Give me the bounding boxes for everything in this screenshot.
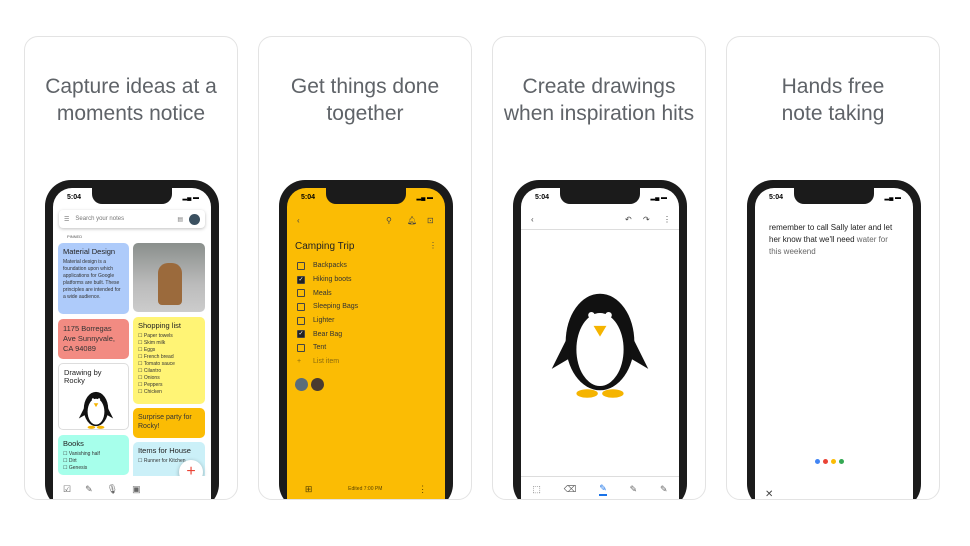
close-icon[interactable]: ✕	[765, 489, 773, 499]
more-icon[interactable]: ⋮	[663, 215, 671, 224]
checklist-item[interactable]: ✓ Hiking boots	[287, 273, 445, 287]
caption: Get things done together	[290, 75, 440, 125]
eraser-icon[interactable]: ⌫	[564, 484, 577, 495]
pen-tool-icon[interactable]: ✎	[599, 483, 607, 496]
marker-icon[interactable]: ✎	[630, 484, 638, 495]
checkbox[interactable]: ✓	[297, 275, 305, 284]
archive-icon[interactable]: ⊡	[427, 216, 434, 225]
checklist-item[interactable]: Lighter	[287, 314, 445, 328]
phone: 5:04 ▂▄ ▬ ‹ ↶ ↷ ⋮ ⬚ ⌫ ✎ ✎ ✎	[513, 180, 687, 499]
add-box-icon[interactable]: ⊞	[305, 484, 313, 495]
avatar	[295, 378, 308, 391]
checkbox[interactable]	[297, 316, 305, 325]
reminder-icon[interactable]: 🔔︎	[407, 216, 417, 225]
note-shopping[interactable]: Shopping list ☐ Paper towels ☐ Skim milk ☐ …	[133, 317, 205, 404]
list-item: ☐ Chicken	[138, 389, 162, 395]
add-icon: +	[297, 358, 302, 366]
note-surprise[interactable]: Surprise party for Rocky!	[133, 408, 205, 438]
signal-icon: ▂▄ ▬	[182, 195, 199, 201]
checklist-item[interactable]: Sleeping Bags	[287, 300, 445, 314]
phone: 5:04 ▂▄ ▬ ‹ ⚲ 🔔︎ ⊡ Camping Trip ⋮ Backpac…	[279, 180, 453, 499]
collaborators[interactable]	[295, 378, 324, 391]
penguin-drawing	[78, 391, 114, 429]
checklist-item[interactable]: Meals	[287, 286, 445, 300]
list-item: ☐ Tomato sauce	[138, 361, 175, 367]
listening-indicator	[815, 459, 844, 464]
checkbox[interactable]: ✓	[297, 330, 305, 339]
list-item: ☐ Cilantro	[138, 368, 162, 374]
panel-together: Get things done together 5:04 ▂▄ ▬ ‹ ⚲ 🔔︎ …	[258, 36, 472, 500]
checkbox[interactable]	[297, 343, 305, 352]
list-item: ☐ Paper towels	[138, 333, 173, 339]
panel-drawings: Create drawings when inspiration hits 5:0…	[492, 36, 706, 500]
list-item: ☐ Peppers	[138, 382, 163, 388]
caption: Create drawings when inspiration hits	[503, 75, 695, 125]
phone: 5:04 ▂▄ ▬ ☰ Search your notes ▤ PINNED Mate…	[45, 180, 219, 499]
dog-photo-note[interactable]	[133, 243, 205, 312]
phone: 5:04 ▂▄ ▬ remember to call Sally later an…	[747, 180, 921, 499]
checklist-item[interactable]: Backpacks	[287, 259, 445, 273]
list-item: ☐ Onions	[138, 375, 160, 381]
checklist-item[interactable]: Tent	[287, 341, 445, 355]
note-address[interactable]: 1175 Borregas Ave Sunnyvale, CA 94089	[58, 319, 129, 359]
checkbox[interactable]	[297, 289, 305, 298]
list-item: ☐ Genesis	[63, 465, 88, 471]
transcription-text: remember to call Sally later and let her…	[769, 223, 893, 256]
pen-icon[interactable]: ✎	[85, 484, 93, 495]
note-material[interactable]: Material Design Material design is a foun…	[58, 243, 129, 314]
mic-icon[interactable]: 🎙	[107, 484, 118, 495]
more-icon[interactable]: ⋮	[418, 484, 427, 495]
panel-capture: Capture ideas at a moments notice 5:04 ▂▄ …	[24, 36, 238, 500]
list-item: ☐ Vanishing half	[63, 451, 100, 457]
checkbox-icon[interactable]: ☑	[63, 484, 71, 495]
select-tool-icon[interactable]: ⬚	[532, 484, 541, 495]
pin-icon[interactable]: ⚲	[386, 216, 392, 225]
image-icon[interactable]: ▣	[132, 484, 141, 495]
caption: Hands free note taking	[781, 75, 885, 125]
avatar[interactable]	[189, 213, 200, 225]
back-icon[interactable]: ‹	[531, 215, 534, 224]
checklist-item[interactable]: ✓ Bear Bag	[287, 327, 445, 341]
note-title[interactable]: Camping Trip	[295, 241, 354, 252]
note-books[interactable]: Books ☐ Vanishing half ☐ Dirt ☐ Genesis	[58, 435, 129, 475]
panel-handsfree: Hands free note taking 5:04 ▂▄ ▬ remember …	[726, 36, 940, 500]
list-item: ☐ Skim milk	[138, 340, 166, 346]
list-item: ☐ Dirt	[63, 458, 77, 464]
add-list-item[interactable]: List item	[313, 358, 339, 365]
list-item: ☐ French bread	[138, 354, 174, 360]
redo-icon[interactable]: ↷	[643, 215, 650, 224]
view-toggle-icon[interactable]: ▤	[177, 216, 183, 223]
avatar	[311, 378, 324, 391]
note-drawing[interactable]: Drawing by Rocky	[58, 363, 129, 430]
checkbox[interactable]	[297, 261, 305, 270]
list-item: ☐ Eggs	[138, 347, 156, 353]
caption: Capture ideas at a moments notice	[45, 75, 217, 125]
back-icon[interactable]: ‹	[297, 216, 300, 225]
highlighter-icon[interactable]: ✎	[660, 484, 668, 495]
checkbox[interactable]	[297, 302, 305, 311]
menu-icon[interactable]: ☰	[64, 216, 69, 223]
more-icon[interactable]: ⋮	[429, 241, 437, 250]
penguin-drawing	[551, 293, 649, 398]
search-bar[interactable]: ☰ Search your notes ▤	[59, 210, 205, 228]
undo-icon[interactable]: ↶	[625, 215, 632, 224]
